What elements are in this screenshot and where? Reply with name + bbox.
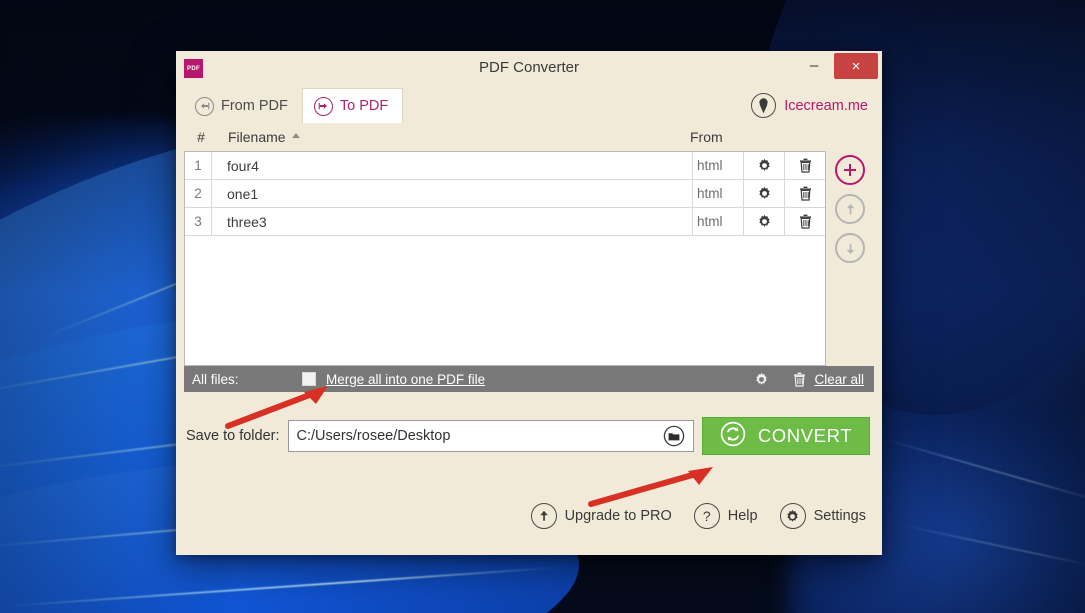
side-action-buttons — [826, 123, 874, 366]
row-settings-button[interactable] — [743, 152, 784, 179]
trash-icon — [799, 158, 811, 173]
title-bar: PDF PDF Converter – × — [176, 51, 882, 85]
trash-icon — [794, 372, 806, 387]
table-row[interactable]: 2 one1 html — [185, 180, 825, 208]
gear-icon — [779, 503, 806, 529]
tab-from-pdf-label: From PDF — [221, 98, 288, 114]
from-pdf-icon — [195, 96, 214, 116]
pdf-converter-window: PDF PDF Converter – × From PDF To PDF Ic… — [176, 51, 882, 555]
row-filename: four4 — [227, 157, 259, 174]
refresh-icon — [720, 421, 746, 452]
row-from: html — [692, 180, 743, 207]
gear-icon — [758, 214, 770, 227]
upgrade-to-pro-button[interactable]: Upgrade to PRO — [530, 503, 672, 529]
settings-button[interactable]: Settings — [779, 503, 866, 529]
help-label: Help — [727, 508, 758, 524]
save-to-folder-label: Save to folder: — [186, 428, 280, 444]
settings-label: Settings — [813, 508, 866, 524]
row-from: html — [692, 152, 743, 179]
help-button[interactable]: ? Help — [693, 503, 758, 529]
sort-ascending-icon — [291, 133, 300, 138]
main-content: # Filename From 1 four4 html 2 one1 html… — [176, 123, 882, 555]
file-list-region: # Filename From 1 four4 html 2 one1 html… — [184, 123, 874, 366]
row-number: 1 — [185, 152, 212, 179]
file-list-main: # Filename From 1 four4 html 2 one1 html… — [184, 123, 826, 366]
row-settings-button[interactable] — [743, 208, 784, 235]
clear-all-button[interactable]: Clear all — [814, 372, 864, 387]
row-filename: three3 — [227, 213, 267, 230]
move-down-button[interactable] — [835, 233, 865, 263]
all-files-label: All files: — [192, 371, 239, 387]
row-delete-button[interactable] — [784, 208, 825, 235]
desktop-background: PDF PDF Converter – × From PDF To PDF Ic… — [0, 0, 1085, 613]
brand-label: Icecream.me — [784, 97, 868, 114]
column-header-from: From — [690, 129, 723, 145]
brand-link[interactable]: Icecream.me — [751, 93, 868, 118]
all-files-toolbar: All files: Merge all into one PDF file C… — [184, 366, 874, 392]
trash-icon — [799, 214, 811, 229]
window-title: PDF Converter — [478, 59, 580, 76]
column-header-number: # — [197, 129, 205, 145]
arrow-down-icon — [846, 243, 854, 254]
tab-to-pdf[interactable]: To PDF — [301, 88, 404, 123]
footer-links: Upgrade to PRO ? Help Settings — [176, 495, 882, 555]
minimize-icon: – — [809, 56, 819, 74]
all-files-settings-button[interactable] — [754, 372, 769, 387]
move-up-button[interactable] — [835, 194, 865, 224]
row-number: 2 — [185, 180, 212, 207]
tab-to-pdf-label: To PDF — [339, 98, 389, 114]
column-header-filename-label: Filename — [228, 129, 286, 145]
trash-icon — [799, 186, 811, 201]
tab-from-pdf[interactable]: From PDF — [184, 89, 302, 123]
browse-folder-button[interactable] — [655, 421, 693, 451]
convert-label: CONVERT — [757, 425, 853, 446]
convert-button[interactable]: CONVERT — [702, 417, 870, 455]
minimize-button[interactable]: – — [794, 51, 834, 79]
window-controls: – × — [794, 51, 882, 79]
gear-icon — [758, 186, 770, 199]
column-header-filename[interactable]: Filename — [214, 129, 690, 145]
arrow-up-circle-icon — [530, 503, 557, 529]
merge-checkbox[interactable] — [302, 372, 316, 386]
output-path-value: C:/Users/rosee/Desktop — [296, 428, 451, 444]
gear-icon — [756, 372, 768, 385]
question-mark-icon: ? — [693, 503, 720, 529]
row-delete-button[interactable] — [784, 180, 825, 207]
output-path-field[interactable]: C:/Users/rosee/Desktop — [287, 420, 694, 452]
table-row[interactable]: 3 three3 html — [185, 208, 825, 236]
row-delete-button[interactable] — [784, 152, 825, 179]
row-filename: one1 — [227, 185, 259, 202]
tab-bar: From PDF To PDF Icecream.me — [176, 85, 882, 123]
row-settings-button[interactable] — [743, 180, 784, 207]
upgrade-to-pro-label: Upgrade to PRO — [564, 508, 672, 524]
table-header: # Filename From — [184, 123, 826, 151]
close-button[interactable]: × — [834, 53, 878, 79]
wallpaper-highlight-edge — [0, 566, 560, 608]
merge-label[interactable]: Merge all into one PDF file — [326, 372, 485, 387]
plus-icon — [844, 164, 856, 176]
file-table: 1 four4 html 2 one1 html 3 three3 html — [184, 151, 826, 366]
close-icon: × — [851, 57, 861, 75]
row-number: 3 — [185, 208, 212, 235]
folder-icon — [663, 425, 685, 447]
add-files-button[interactable] — [835, 155, 865, 185]
wallpaper-highlight-edge — [901, 524, 1085, 568]
clear-all-trash-icon[interactable] — [793, 372, 806, 387]
wallpaper-highlight-edge — [884, 438, 1085, 504]
row-from: html — [692, 208, 743, 235]
table-row[interactable]: 1 four4 html — [185, 152, 825, 180]
icecream-cone-icon — [751, 93, 777, 118]
to-pdf-icon — [313, 96, 333, 116]
arrow-up-icon — [846, 203, 854, 214]
save-to-folder-row: Save to folder: C:/Users/rosee/Desktop C… — [186, 417, 870, 455]
gear-icon — [758, 158, 770, 171]
